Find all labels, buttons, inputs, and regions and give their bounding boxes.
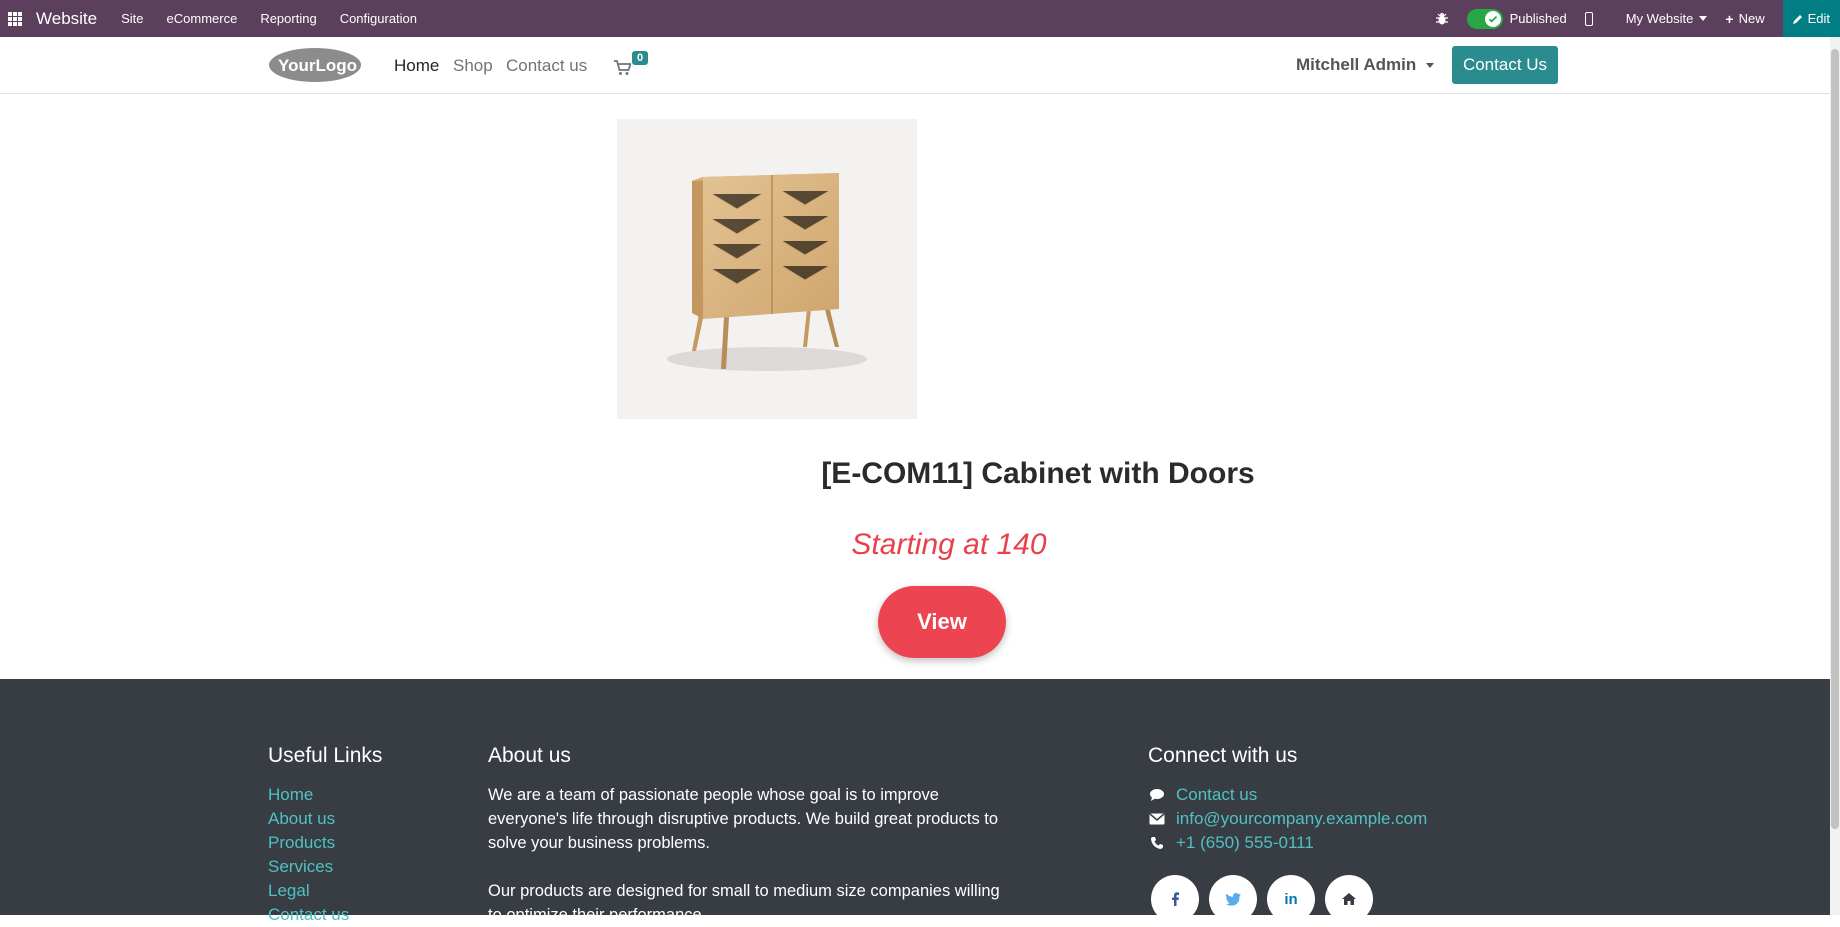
facebook-icon[interactable] [1151,875,1199,923]
contact-row-phone: +1 (650) 555-0111 [1148,833,1314,853]
site-header: YourLogo Home Shop Contact us 0 Mitchell… [0,37,1830,94]
contact-us-button[interactable]: Contact Us [1452,46,1558,84]
home-icon[interactable] [1325,875,1373,923]
user-menu[interactable]: Mitchell Admin [1296,55,1435,75]
edit-label: Edit [1807,11,1830,26]
chevron-down-icon [1426,62,1435,68]
nav-contact-us[interactable]: Contact us [506,56,587,76]
footer-link-legal[interactable]: Legal [268,881,310,901]
website-selector-label: My Website [1625,11,1694,26]
scrollbar-thumb[interactable] [1831,49,1839,829]
toggle-switch[interactable] [1466,8,1503,29]
nav-home[interactable]: Home [394,56,439,76]
new-button[interactable]: + New [1725,11,1764,27]
apps-grid-icon[interactable] [8,11,22,26]
debug-bug-icon[interactable] [1435,12,1449,26]
about-us-heading: About us [488,744,571,767]
comment-icon [1150,789,1164,801]
footer-link-about-us[interactable]: About us [268,809,335,829]
product-title-text: [E-COM11] Cabinet with Doors [821,457,1255,490]
product-price-text: Starting at 140 [851,528,1047,561]
user-name: Mitchell Admin [1296,55,1417,74]
app-title[interactable]: Website [36,9,97,29]
view-product-button[interactable]: View [878,586,1006,658]
logo-text: YourLogo [278,56,357,75]
site-logo[interactable]: YourLogo [268,47,362,83]
cart-button[interactable]: 0 [614,51,649,81]
cabinet-image [667,173,867,371]
footer-link-contact-us[interactable]: Contact us [268,905,349,925]
website-selector[interactable]: My Website [1626,11,1708,26]
linkedin-icon[interactable]: in [1267,875,1315,923]
contact-row-email: info@yourcompany.example.com [1148,809,1427,829]
mobile-preview-button[interactable] [1584,11,1608,26]
plus-icon: + [1725,10,1734,27]
mobile-icon [1584,11,1593,26]
published-label: Published [1509,11,1567,26]
nav-shop[interactable]: Shop [453,56,493,76]
cart-count-badge: 0 [632,51,649,65]
pencil-icon [1792,14,1802,24]
menu-reporting[interactable]: Reporting [260,11,316,26]
connect-heading: Connect with us [1148,744,1298,767]
page-scrollbar[interactable] [1830,37,1840,915]
cart-icon [614,60,632,75]
footer-phone-link[interactable]: +1 (650) 555-0111 [1176,833,1314,853]
chevron-down-icon [1699,16,1708,21]
footer-email-link[interactable]: info@yourcompany.example.com [1176,809,1427,829]
menu-ecommerce[interactable]: eCommerce [167,11,238,26]
check-icon [1488,15,1497,23]
admin-navbar: Website Site eCommerce Reporting Configu… [0,0,1840,37]
about-paragraph-2: Our products are designed for small to m… [488,882,1000,924]
footer-link-home[interactable]: Home [268,785,313,805]
about-paragraph-1: We are a team of passionate people whose… [488,786,999,852]
twitter-icon[interactable] [1209,875,1257,923]
footer-link-services[interactable]: Services [268,857,333,877]
footer-contact-link[interactable]: Contact us [1176,785,1257,805]
publish-toggle[interactable]: Published [1466,8,1567,29]
menu-configuration[interactable]: Configuration [340,11,417,26]
menu-site[interactable]: Site [121,11,143,26]
envelope-icon [1149,813,1165,825]
product-image[interactable] [617,119,917,419]
phone-icon [1151,837,1163,849]
product-title: [E-COM11] Cabinet with Doors [0,457,1840,491]
useful-links-heading: Useful Links [268,744,383,767]
contact-row-link: Contact us [1148,785,1257,805]
edit-button[interactable]: Edit [1782,0,1840,37]
new-label: New [1738,11,1765,26]
product-price: Starting at 140 [0,528,1840,562]
footer-link-products[interactable]: Products [268,833,335,853]
site-footer: Useful Links Home About us Products Serv… [0,679,1830,924]
